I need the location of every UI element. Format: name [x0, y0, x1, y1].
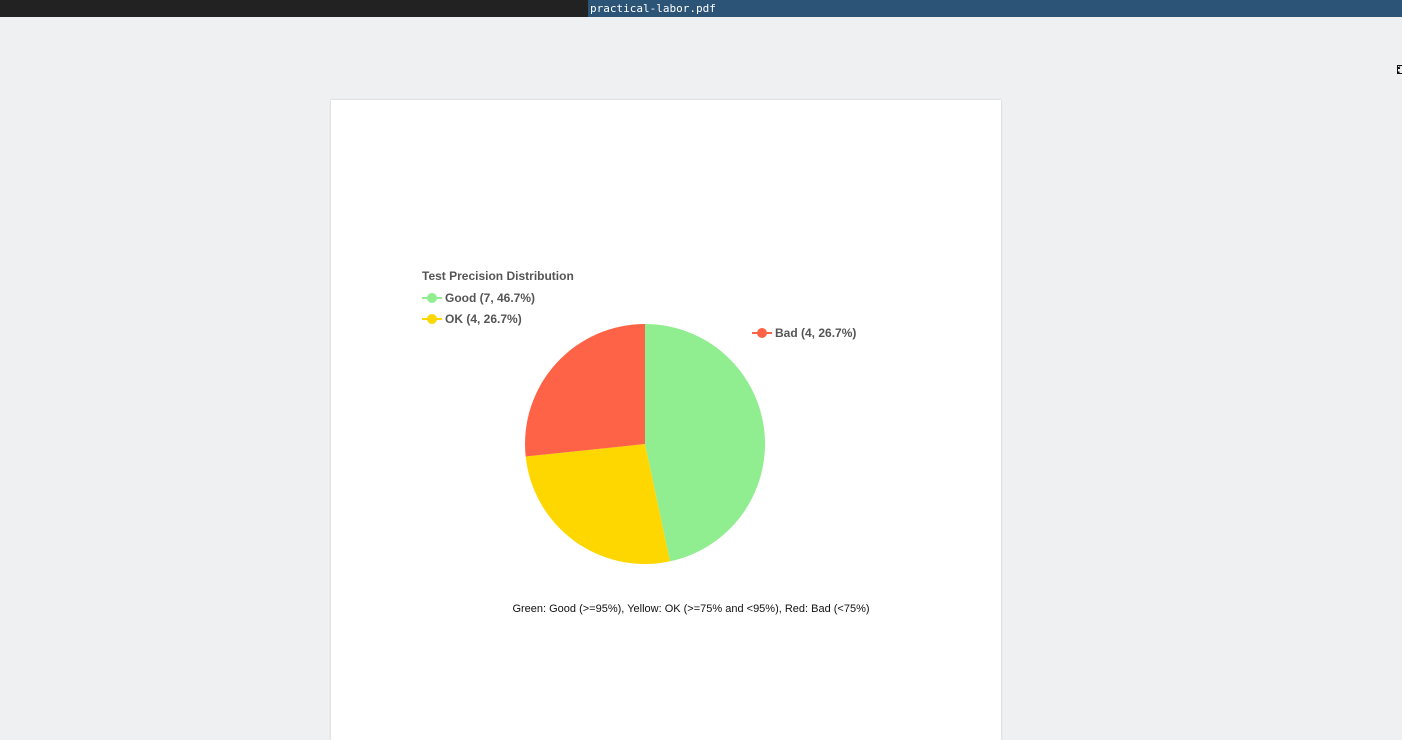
chart-caption: Green: Good (>=95%), Yellow: OK (>=75% a…: [331, 603, 1001, 615]
legend-label-good: Good (7, 46.7%): [445, 291, 535, 305]
legend-marker-good: [427, 293, 437, 303]
document-file-name: practical-labor.pdf: [590, 2, 716, 15]
pie-slices: [525, 324, 765, 564]
pdf-page: Test Precision Distribution Good (7, 46.…: [331, 100, 1001, 740]
pie-slice-bad: [525, 324, 645, 457]
chart-title: Test Precision Distribution: [422, 269, 574, 283]
legend-label-ok: OK (4, 26.7%): [445, 312, 522, 326]
pie-chart: Test Precision Distribution Good (7, 46.…: [331, 100, 1001, 725]
fit-to-page-icon[interactable]: [1391, 63, 1402, 75]
legend-marker-ok: [427, 314, 437, 324]
legend-item-bad: Bad (4, 26.7%): [752, 326, 856, 340]
pie-slice-good: [645, 324, 765, 561]
legend-item-ok: OK (4, 26.7%): [422, 312, 522, 326]
legend-marker-bad: [757, 328, 767, 338]
legend-item-good: Good (7, 46.7%): [422, 291, 535, 305]
pie-slice-ok: [526, 444, 670, 564]
legend-label-bad: Bad (4, 26.7%): [775, 326, 856, 340]
document-tab[interactable]: practical-labor.pdf: [588, 0, 1402, 17]
